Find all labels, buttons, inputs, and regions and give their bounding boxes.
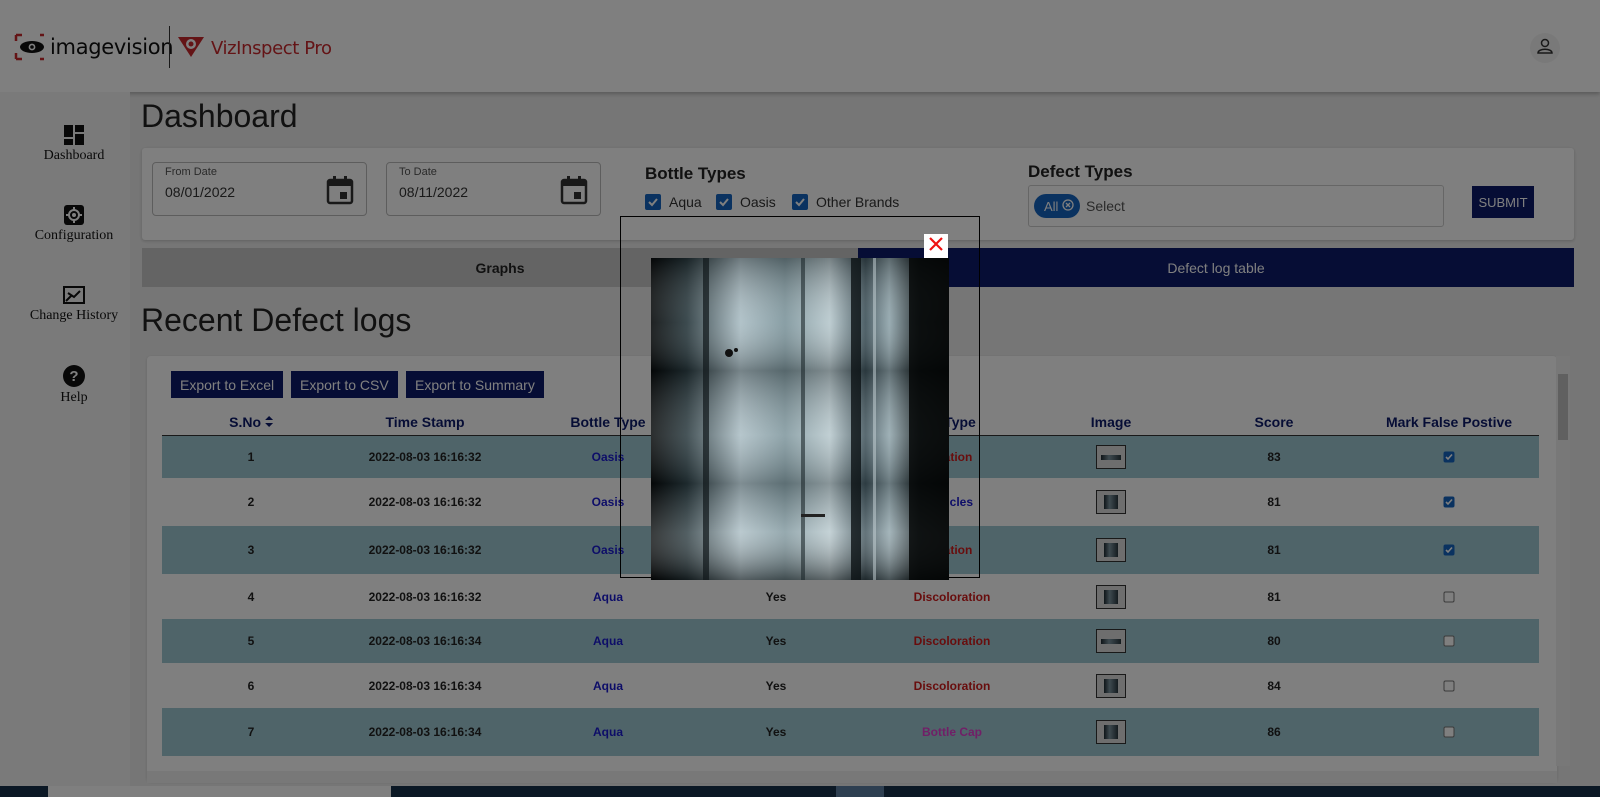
app-root: imagevision VizInspect Pro <box>0 0 1600 797</box>
defect-image-preview <box>651 258 949 580</box>
close-modal-button[interactable] <box>924 234 948 258</box>
close-icon <box>927 235 945 258</box>
